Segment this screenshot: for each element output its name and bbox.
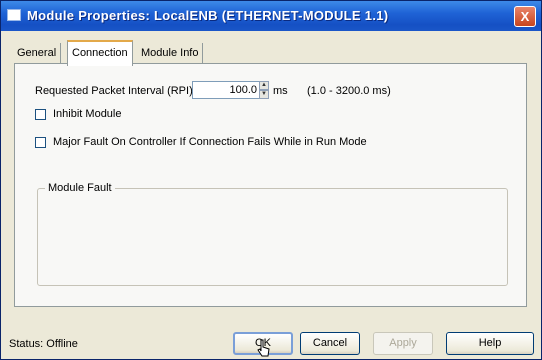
inhibit-module-row[interactable]: Inhibit Module xyxy=(35,108,122,120)
inhibit-module-label: Inhibit Module xyxy=(53,108,122,121)
rpi-spinner[interactable]: ▲ ▼ xyxy=(259,81,269,99)
inhibit-module-checkbox[interactable] xyxy=(35,108,46,120)
module-properties-dialog: Module Properties: LocalENB (ETHERNET-MO… xyxy=(0,0,542,360)
module-fault-label: Module Fault xyxy=(45,182,115,194)
spin-down-icon[interactable]: ▼ xyxy=(259,90,269,99)
tab-module-info[interactable]: Module Info xyxy=(137,43,204,63)
major-fault-row[interactable]: Major Fault On Controller If Connection … xyxy=(35,136,367,148)
module-fault-group: Module Fault xyxy=(37,182,508,286)
close-button[interactable]: X xyxy=(514,6,536,27)
status-text: Status: Offline xyxy=(9,338,78,350)
mouse-cursor-icon xyxy=(257,339,270,357)
tab-connection[interactable]: Connection xyxy=(67,40,133,66)
cancel-button[interactable]: Cancel xyxy=(300,332,360,355)
connection-panel: Requested Packet Interval (RPI): 100.0 ▲… xyxy=(14,63,527,307)
major-fault-label: Major Fault On Controller If Connection … xyxy=(53,136,367,149)
window-title: Module Properties: LocalENB (ETHERNET-MO… xyxy=(27,8,389,23)
help-button[interactable]: Help xyxy=(446,332,534,355)
major-fault-checkbox[interactable] xyxy=(35,136,46,148)
spin-up-icon[interactable]: ▲ xyxy=(259,81,269,90)
apply-button[interactable]: Apply xyxy=(373,332,433,355)
window-icon xyxy=(7,9,21,21)
rpi-input[interactable]: 100.0 xyxy=(192,81,260,99)
tab-general[interactable]: General xyxy=(13,43,62,63)
dialog-footer: Status: Offline OK Cancel Apply Help xyxy=(1,321,541,359)
rpi-range: (1.0 - 3200.0 ms) xyxy=(307,85,391,97)
rpi-label: Requested Packet Interval (RPI): xyxy=(35,85,196,97)
rpi-unit: ms xyxy=(273,85,288,97)
title-bar[interactable]: Module Properties: LocalENB (ETHERNET-MO… xyxy=(1,1,541,31)
